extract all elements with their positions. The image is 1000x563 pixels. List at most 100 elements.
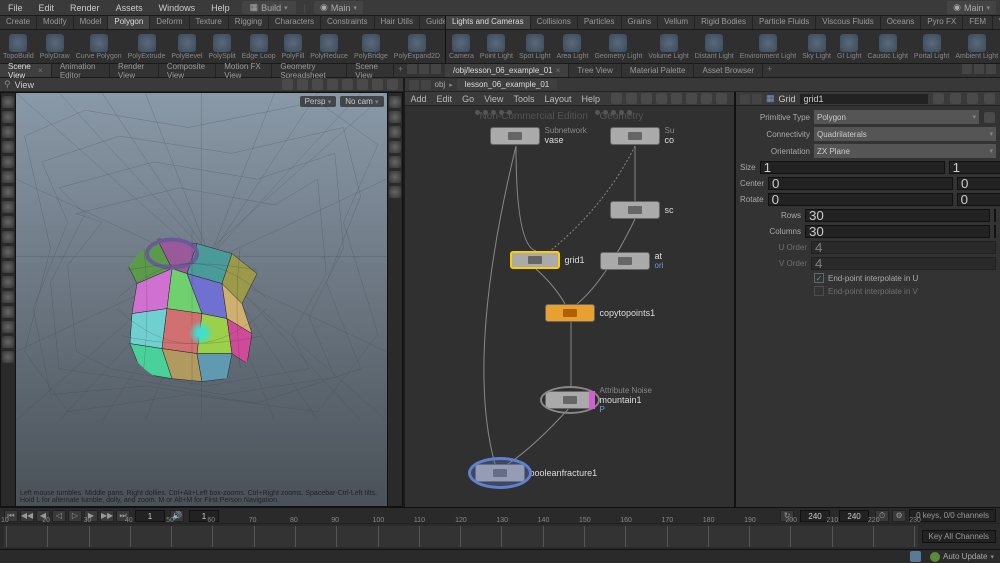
node-menu-item[interactable]: Go [462,94,474,104]
node-vase[interactable]: Subnetworkvase [490,126,587,145]
shelf-tab[interactable]: Rigid Bodies [695,16,753,29]
shelf-tool[interactable]: PolyDraw [37,33,73,61]
shelf-tool[interactable]: Geometry Light [591,33,645,61]
shelf-tab[interactable]: Modify [37,16,74,29]
vp-tool-icon[interactable] [389,186,401,198]
shelf-tab[interactable]: Guide Process [420,16,445,29]
desktop-selector[interactable]: ▦Build▾ [242,1,296,14]
center-x-input[interactable] [768,177,953,190]
pane-tab[interactable]: Geometry Spreadsheet [272,64,347,77]
vp-tool-icon[interactable] [2,261,14,273]
add-tab-icon[interactable]: + [394,64,407,77]
shelf-tool[interactable]: Caustic Light [864,33,910,61]
shelf-tab[interactable]: Oceans [881,16,922,29]
vp-tool-icon[interactable] [389,126,401,138]
rows-input[interactable] [805,209,990,222]
shelf-tab[interactable]: Pyro FX [921,16,963,29]
vp-tool-icon[interactable] [2,246,14,258]
menu-file[interactable]: File [4,3,27,13]
shelf-tool[interactable]: Distant Light [692,33,737,61]
pane-tab[interactable]: Scene View [347,64,393,77]
node-editor[interactable]: Add Edit Go View Tools Layout Help [405,92,735,507]
shelf-tab[interactable]: Hair Utils [375,16,420,29]
tl-opt-icon[interactable]: ⚙ [892,510,906,522]
shelf-tool[interactable]: Curve Polygon [73,33,125,61]
pane-option-icon[interactable] [431,64,441,74]
orientation-select[interactable]: ZX Plane▾ [814,144,996,158]
vp-tool-icon[interactable] [2,186,14,198]
ne-tool-icon[interactable] [656,93,667,104]
rows-slider[interactable] [994,209,996,222]
pane-tab[interactable]: Composite View [159,64,216,77]
node-menu-item[interactable]: Tools [513,94,534,104]
ne-tool-icon[interactable] [686,93,697,104]
pane-tab[interactable]: Asset Browser [694,64,763,77]
node-booleanfracture1[interactable]: booleanfracture1 [475,464,598,482]
vp-tool-icon[interactable] [2,171,14,183]
radial-menu-selector[interactable]: ◉Main▾ [314,1,363,14]
move-tool-icon[interactable] [2,111,14,123]
shelf-tab[interactable]: Collisions [531,16,578,29]
shelf-tab[interactable]: Texture [190,16,229,29]
pane-option-icon[interactable] [974,64,984,74]
info-icon[interactable] [984,93,995,104]
auto-update-toggle[interactable]: Auto Update▾ [930,552,994,562]
shelf-tool[interactable]: PolyBevel [168,33,205,61]
shelf-tab[interactable]: FEM [963,16,993,29]
vp-tool-icon[interactable] [389,171,401,183]
node-menu-item[interactable]: Help [581,94,600,104]
add-tab-icon[interactable]: + [763,64,776,77]
nav-fwd-icon[interactable] [421,80,431,90]
menu-windows[interactable]: Windows [155,3,200,13]
view-tool-icon[interactable] [357,79,368,90]
vp-tool-icon[interactable] [389,96,401,108]
shelf-tool[interactable]: Volume Light [645,33,691,61]
rotate-x-input[interactable] [768,193,953,206]
menu-icon[interactable] [984,112,995,123]
pane-tab[interactable]: Material Palette [622,64,695,77]
shelf-tool[interactable]: Camera [446,33,477,61]
columns-input[interactable] [805,225,990,238]
menu-help[interactable]: Help [207,3,234,13]
node-menu-item[interactable]: Edit [437,94,453,104]
shelf-tool[interactable]: Area Light [554,33,592,61]
search-icon[interactable] [967,93,978,104]
ne-tool-icon[interactable] [671,93,682,104]
cloud-icon[interactable] [910,551,921,562]
pane-tab[interactable]: Scene View× [0,64,52,77]
node-grid1[interactable]: grid1 [510,251,585,269]
nav-back-icon[interactable] [409,80,419,90]
shelf-tab[interactable]: Lights and Cameras [446,16,531,29]
node-menu-item[interactable]: Layout [544,94,571,104]
view-tool-icon[interactable] [297,79,308,90]
node-menu-item[interactable]: Add [411,94,427,104]
ne-tool-icon[interactable] [701,93,712,104]
shelf-tool[interactable]: Edge Loop [239,33,279,61]
ne-tool-icon[interactable] [641,93,652,104]
menu-edit[interactable]: Edit [35,3,59,13]
vp-tool-icon[interactable] [2,201,14,213]
shelf-tool[interactable]: PolyFill [279,33,308,61]
prev-key-icon[interactable]: ◀◀ [20,510,34,522]
shelf-tool[interactable]: Portal Light [911,33,952,61]
shelf-tool[interactable]: Sky Light [799,33,834,61]
nav-fwd-icon[interactable] [752,94,762,104]
shelf-tab[interactable]: Rigging [229,16,269,29]
vp-tool-icon[interactable] [389,156,401,168]
3d-viewport[interactable]: Persp ▾ No cam ▾ [0,92,403,507]
shelf-tool[interactable]: PolyBridge [351,33,391,61]
shelf-tool[interactable]: PolyReduce [307,33,351,61]
connectivity-select[interactable]: Quadrilaterals▾ [814,127,996,141]
path-segment[interactable]: obj [435,80,446,89]
vp-tool-icon[interactable] [389,141,401,153]
node-co[interactable]: Suco [610,126,675,145]
vp-tool-icon[interactable] [2,291,14,303]
current-frame-input[interactable]: 1 [135,510,165,522]
params-name[interactable]: grid1 [800,94,928,104]
view-tool-icon[interactable] [372,79,383,90]
shelf-tool[interactable]: GI Light [834,33,865,61]
shelf-tab[interactable]: Vellum [658,16,695,29]
key-all-button[interactable]: Key All Channels [922,530,996,543]
ne-tool-icon[interactable] [716,93,727,104]
path-segment[interactable]: lesson_06_example_01 [457,79,558,90]
